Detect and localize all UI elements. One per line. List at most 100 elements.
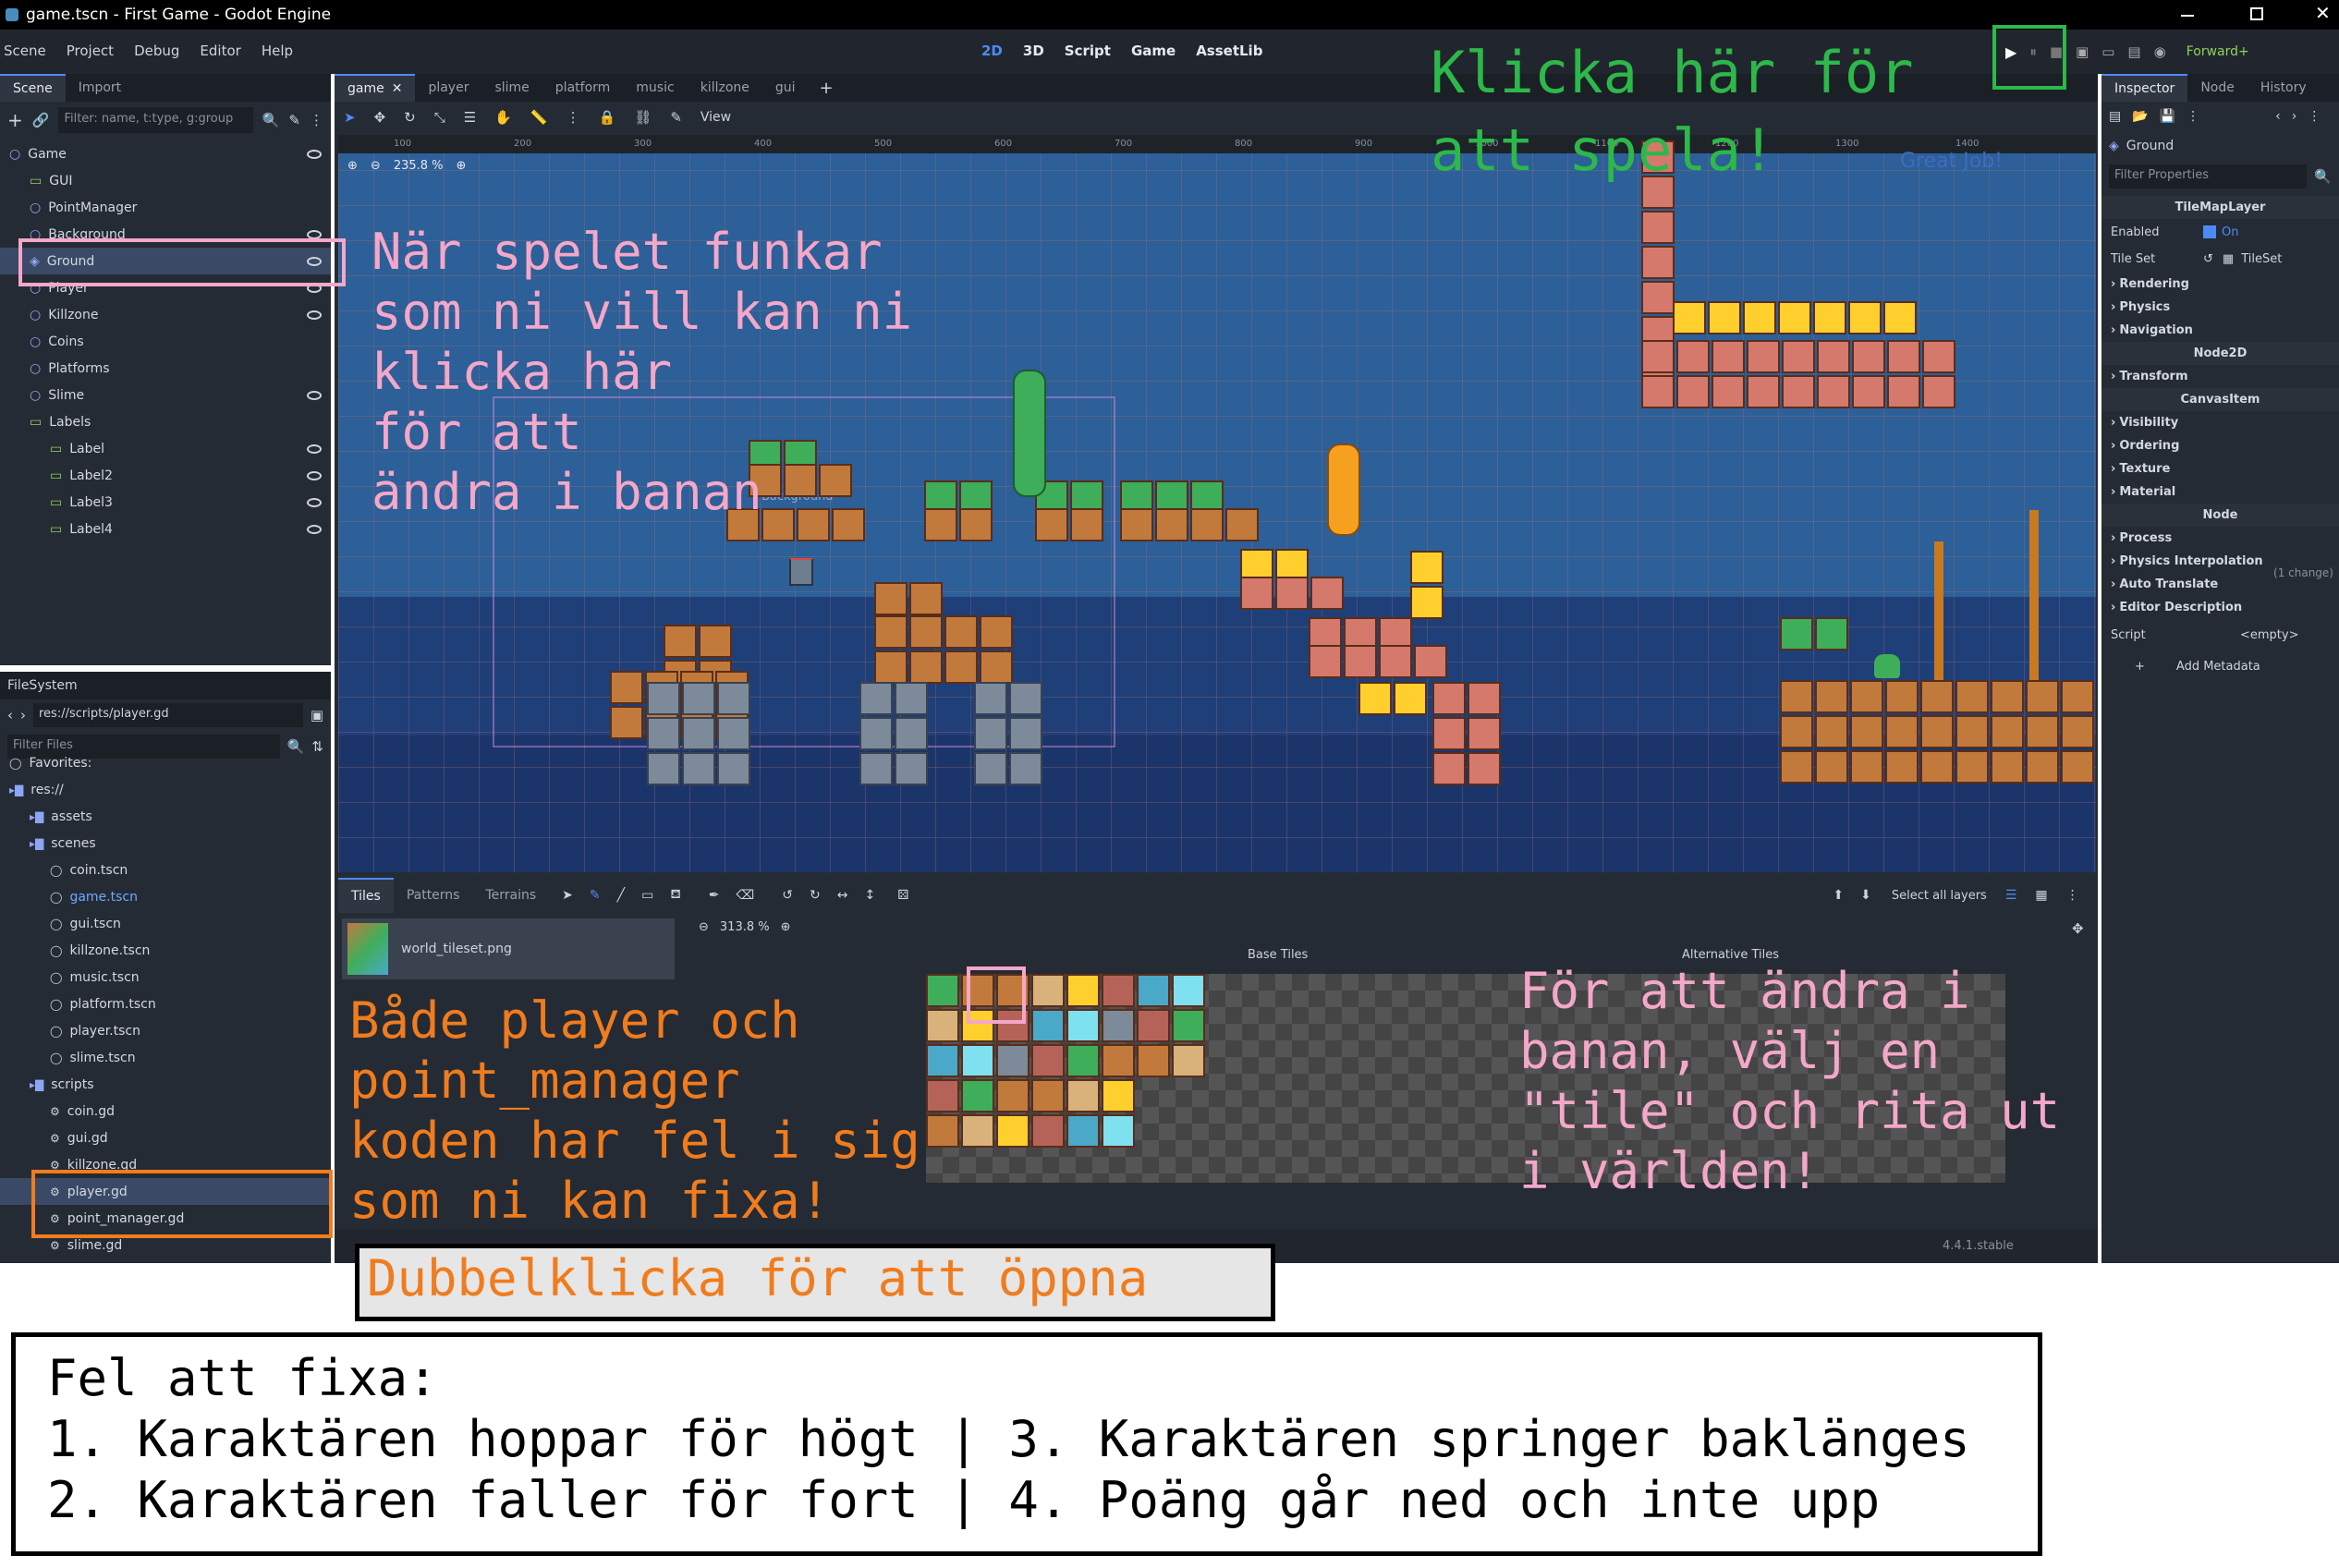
file-item[interactable]: ⚙ coin.gd — [0, 1098, 331, 1124]
tab-import[interactable]: Import — [66, 74, 134, 102]
file-item[interactable]: ◯ coin.tscn — [0, 857, 331, 883]
section-process[interactable]: › Process — [2101, 527, 2339, 550]
atlas-tile[interactable] — [1031, 974, 1065, 1007]
reset-icon[interactable]: ↺ — [2203, 252, 2213, 266]
add-metadata-button[interactable]: + Add Metadata — [2101, 650, 2339, 682]
file-item[interactable]: ◯ killzone.tscn — [0, 937, 331, 964]
save-resource-icon[interactable]: 💾 — [2160, 109, 2175, 124]
menu-editor[interactable]: Editor — [200, 43, 240, 59]
atlas-tile[interactable] — [996, 1079, 1029, 1112]
zoom-in-icon[interactable]: ⊕ — [781, 920, 791, 934]
atlas-tile[interactable] — [1172, 974, 1205, 1007]
group-icon[interactable]: ⛓ — [634, 109, 652, 126]
visibility-icon[interactable] — [307, 444, 322, 454]
tab-tiles[interactable]: Tiles — [338, 878, 394, 913]
scene-tab-player[interactable]: player — [415, 74, 481, 102]
menu-project[interactable]: Project — [67, 43, 114, 59]
flip-h-icon[interactable]: ↔ — [837, 888, 848, 903]
atlas-tile[interactable] — [926, 974, 959, 1007]
atlas-tile[interactable] — [1031, 1114, 1065, 1148]
scene-node-gui[interactable]: ▭ GUI — [0, 167, 331, 194]
node-filter-input[interactable]: Filter: name, t:type, g:group — [58, 107, 253, 133]
scene-node-labels[interactable]: ▭ Labels — [0, 408, 331, 435]
section-physics[interactable]: › Physics — [2101, 296, 2339, 319]
sort-icon[interactable]: ⇅ — [311, 738, 323, 755]
atlas-tile[interactable] — [926, 1009, 959, 1042]
move-tool-icon[interactable]: ✥ — [374, 109, 386, 126]
atlas-tile[interactable] — [961, 1114, 994, 1148]
folder-item[interactable]: ▸▇ scenes — [0, 830, 331, 857]
tileset-zoom[interactable]: 313.8 % — [720, 920, 770, 934]
menu-scene[interactable]: Scene — [4, 43, 46, 59]
layout-icon[interactable]: ▣ — [311, 707, 323, 723]
atlas-tile[interactable] — [1102, 1114, 1135, 1148]
atlas-tile[interactable] — [926, 1114, 959, 1148]
section-navigation[interactable]: › Navigation — [2101, 319, 2339, 342]
section-visibility[interactable]: › Visibility — [2101, 411, 2339, 434]
center-view-icon[interactable]: ⊕ — [347, 159, 358, 173]
select-all-layers[interactable]: Select all layers — [1892, 889, 1987, 903]
file-item[interactable]: ◯ slime.tscn — [0, 1044, 331, 1071]
script-value[interactable]: <empty> — [2240, 628, 2299, 642]
link-icon[interactable]: 🔗 — [32, 112, 50, 128]
forward-icon[interactable]: › — [2292, 109, 2297, 124]
atlas-tile[interactable] — [1031, 1044, 1065, 1077]
tab-inspector[interactable]: Inspector — [2101, 74, 2188, 102]
atlas-tile[interactable] — [1066, 1114, 1100, 1148]
atlas-tile[interactable] — [1137, 1044, 1170, 1077]
eraser-icon[interactable]: ⌫ — [737, 888, 755, 903]
menu-help[interactable]: Help — [262, 43, 293, 59]
view-menu[interactable]: View — [700, 110, 731, 125]
run-current-scene-icon[interactable]: ▭ — [2101, 43, 2114, 60]
open-resource-icon[interactable]: 📂 — [2132, 109, 2148, 124]
tab-history[interactable]: History — [2248, 74, 2320, 102]
atlas-tile[interactable] — [926, 1079, 959, 1112]
visibility-icon[interactable] — [307, 524, 322, 534]
scene-node-killzone[interactable]: ○ Killzone — [0, 301, 331, 328]
select-tool-icon[interactable]: ➤ — [344, 109, 356, 126]
rect-icon[interactable]: ▭ — [641, 888, 653, 903]
visibility-icon[interactable] — [307, 390, 322, 400]
atlas-tile[interactable] — [961, 1079, 994, 1112]
mode-3d[interactable]: 3D — [1023, 43, 1044, 59]
file-item[interactable]: ◯ player.tscn — [0, 1017, 331, 1044]
renderer-label[interactable]: Forward+ — [2187, 44, 2249, 59]
atlas-tile[interactable] — [1066, 1044, 1100, 1077]
scene-node-coins[interactable]: ○ Coins — [0, 328, 331, 355]
scene-tab-music[interactable]: music — [623, 74, 687, 102]
scene-tab-platform[interactable]: platform — [542, 74, 624, 102]
section-ordering[interactable]: › Ordering — [2101, 434, 2339, 457]
atlas-tile[interactable] — [1031, 1009, 1065, 1042]
scene-tab-slime[interactable]: slime — [481, 74, 542, 102]
inspected-node[interactable]: ◈ Ground — [2101, 131, 2339, 161]
select-icon[interactable]: ➤ — [562, 888, 573, 903]
section-transform[interactable]: › Transform — [2101, 365, 2339, 388]
tileset-value[interactable]: TileSet — [2241, 252, 2282, 266]
visibility-icon[interactable] — [307, 310, 322, 320]
scene-node-label3[interactable]: ▭ Label3 — [0, 489, 331, 516]
player-sprite[interactable] — [789, 558, 813, 586]
section-material[interactable]: › Material — [2101, 480, 2339, 504]
atlas-tile[interactable] — [926, 1044, 959, 1077]
zoom-out-icon[interactable]: ⊖ — [371, 159, 381, 173]
kebab-menu-icon[interactable]: ⋮ — [310, 112, 323, 128]
scene-node-pointmanager[interactable]: ○ PointManager — [0, 194, 331, 221]
atlas-tile[interactable] — [1066, 1009, 1100, 1042]
zoom-level[interactable]: 235.8 % — [394, 159, 444, 173]
tab-node[interactable]: Node — [2187, 74, 2248, 102]
scene-node-label2[interactable]: ▭ Label2 — [0, 462, 331, 489]
rotate-tool-icon[interactable]: ↻ — [404, 109, 416, 126]
close-icon[interactable]: ✕ — [2315, 2, 2331, 24]
add-node-icon[interactable]: + — [7, 109, 23, 131]
path-field[interactable]: res://scripts/player.gd — [33, 703, 303, 727]
atlas-tile[interactable] — [1137, 1009, 1170, 1042]
visibility-icon[interactable] — [307, 229, 322, 239]
grid-view-icon[interactable]: ▦ — [2035, 888, 2047, 903]
tileset-source-item[interactable]: world_tileset.png — [342, 918, 675, 979]
atlas-tile[interactable] — [1066, 974, 1100, 1007]
remote-debug-icon[interactable]: ▣ — [2076, 43, 2089, 60]
rotate-right-icon[interactable]: ↻ — [810, 888, 821, 903]
scene-node-label4[interactable]: ▭ Label4 — [0, 516, 331, 542]
history-icon[interactable]: ⋮ — [2308, 109, 2321, 124]
picker-icon[interactable]: ✒ — [709, 888, 720, 903]
